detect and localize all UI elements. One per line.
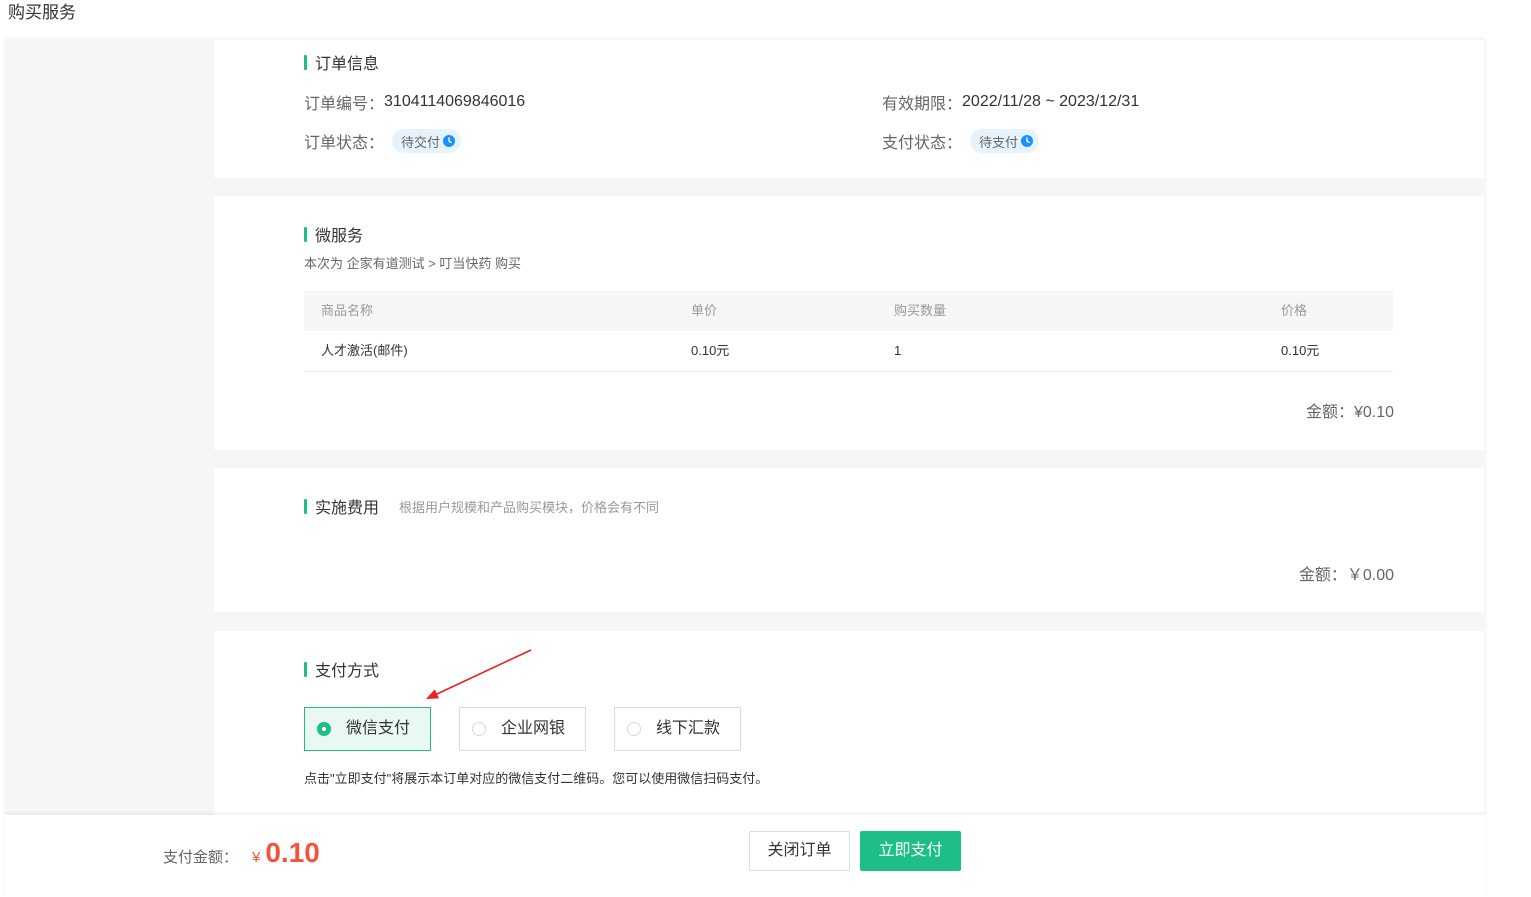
payment-option-wechat[interactable]: 微信支付 bbox=[304, 707, 431, 751]
payment-option-offline[interactable]: 线下汇款 bbox=[614, 707, 741, 751]
clock-icon bbox=[1021, 135, 1034, 147]
payment-status-badge: 待支付 bbox=[970, 129, 1040, 153]
amount-label: 金额： bbox=[1305, 404, 1354, 421]
column-header-unit-price: 单价 bbox=[691, 303, 718, 318]
page-title: 购买服务 bbox=[8, 3, 76, 22]
close-order-button[interactable]: 关闭订单 bbox=[749, 831, 850, 871]
implementation-fee-note: 根据用户规模和产品购买模块，价格会有不同 bbox=[399, 499, 660, 515]
currency-symbol: ¥ bbox=[252, 849, 261, 866]
micro-service-amount: 金额：¥0.10 bbox=[1306, 402, 1394, 424]
cell-price: 0.10元 bbox=[1281, 343, 1320, 358]
payment-status: 支付状态： 待支付 bbox=[882, 129, 1040, 153]
payment-total-amount: 0.10 bbox=[265, 837, 320, 868]
cell-product-name: 人才激活(邮件) bbox=[321, 343, 408, 358]
payment-total: 支付金额： ¥ 0.10 bbox=[163, 837, 320, 869]
payment-status-text: 待支付 bbox=[979, 134, 1019, 150]
order-number: 订单编号： 3104114069846016 bbox=[304, 90, 525, 114]
payment-total-label: 支付金额： bbox=[163, 849, 239, 866]
cell-unit-price: 0.10元 bbox=[691, 343, 730, 358]
implementation-fee-card: 实施费用 根据用户规模和产品购买模块，价格会有不同 金额：￥0.00 bbox=[214, 468, 1484, 612]
order-status: 订单状态： 待交付 bbox=[304, 129, 462, 153]
payment-method-card: 支付方式 微信支付 企业网银 线下汇款 点击"立即支付"将展示本订单对应的微信支… bbox=[214, 631, 1484, 815]
payment-footer-bar: 支付金额： ¥ 0.10 关闭订单 立即支付 bbox=[5, 815, 1485, 897]
payment-option-label: 微信支付 bbox=[346, 720, 411, 737]
radio-button[interactable] bbox=[317, 722, 331, 736]
heading-accent-bar bbox=[304, 661, 307, 677]
payment-method-title: 支付方式 bbox=[315, 663, 380, 680]
purchase-description: 本次为 企家有道测试 > 叮当快药 购买 bbox=[304, 256, 522, 271]
payment-option-label: 企业网银 bbox=[501, 720, 566, 737]
order-info-card: 订单信息 订单编号： 3104114069846016 有效期限： 2022/1… bbox=[214, 40, 1484, 178]
main-content: 订单信息 订单编号： 3104114069846016 有效期限： 2022/1… bbox=[5, 40, 1485, 815]
implementation-fee-heading: 实施费用 根据用户规模和产品购买模块，价格会有不同 bbox=[304, 496, 660, 517]
heading-accent-bar bbox=[304, 498, 307, 514]
payment-hint: 点击"立即支付"将展示本订单对应的微信支付二维码。您可以使用微信扫码支付。 bbox=[304, 771, 769, 786]
amount-value: ¥0.10 bbox=[1353, 404, 1394, 421]
cell-quantity: 1 bbox=[894, 343, 902, 358]
validity-value: 2022/11/28 ~ 2023/12/31 bbox=[962, 93, 1140, 110]
order-status-badge: 待交付 bbox=[392, 129, 462, 153]
micro-service-card: 微服务 本次为 企家有道测试 > 叮当快药 购买 商品名称 单价 购买数量 价格… bbox=[214, 196, 1484, 450]
implementation-fee-amount: 金额：￥0.00 bbox=[1299, 565, 1394, 587]
column-header-price: 价格 bbox=[1281, 303, 1308, 318]
order-status-label: 订单状态： bbox=[304, 135, 385, 152]
payment-options: 微信支付 企业网银 线下汇款 bbox=[304, 707, 769, 751]
table-row: 人才激活(邮件) 0.10元 1 0.10元 bbox=[304, 331, 1393, 372]
validity-period: 有效期限： 2022/11/28 ~ 2023/12/31 bbox=[882, 90, 1139, 114]
order-status-text: 待交付 bbox=[401, 134, 441, 150]
radio-button[interactable] bbox=[627, 722, 641, 736]
payment-method-heading: 支付方式 bbox=[304, 659, 380, 680]
implementation-fee-title: 实施费用 bbox=[315, 500, 380, 517]
payment-option-label: 线下汇款 bbox=[656, 720, 721, 737]
order-info-title: 订单信息 bbox=[315, 56, 380, 73]
column-header-product-name: 商品名称 bbox=[321, 303, 374, 318]
radio-button[interactable] bbox=[472, 722, 486, 736]
amount-label: 金额： bbox=[1298, 567, 1347, 584]
heading-accent-bar bbox=[304, 226, 307, 242]
micro-service-title: 微服务 bbox=[315, 228, 364, 245]
order-number-value: 3104114069846016 bbox=[384, 93, 526, 110]
clock-icon bbox=[443, 135, 456, 147]
amount-value: ￥0.00 bbox=[1346, 567, 1394, 584]
column-header-quantity: 购买数量 bbox=[894, 303, 947, 318]
validity-label: 有效期限： bbox=[882, 96, 963, 113]
order-number-label: 订单编号： bbox=[304, 96, 385, 113]
heading-accent-bar bbox=[304, 54, 307, 70]
pay-now-button[interactable]: 立即支付 bbox=[860, 831, 961, 871]
product-table: 商品名称 单价 购买数量 价格 人才激活(邮件) 0.10元 1 0.10元 bbox=[304, 291, 1393, 372]
payment-option-bank[interactable]: 企业网银 bbox=[459, 707, 586, 751]
order-info-heading: 订单信息 bbox=[304, 52, 380, 73]
payment-status-label: 支付状态： bbox=[882, 135, 963, 152]
micro-service-heading: 微服务 bbox=[304, 224, 364, 245]
table-header: 商品名称 单价 购买数量 价格 bbox=[304, 291, 1393, 331]
